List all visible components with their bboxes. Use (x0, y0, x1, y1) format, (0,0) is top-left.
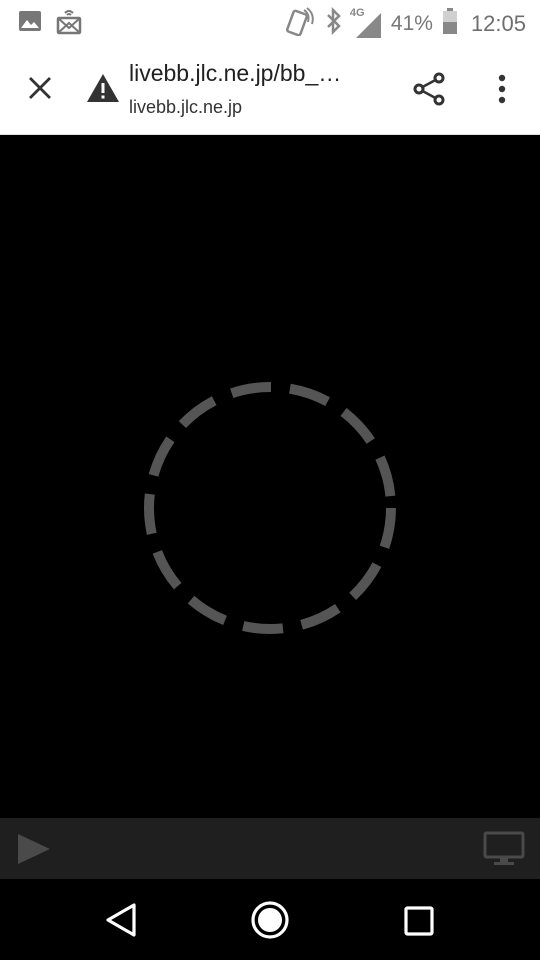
status-bar: 4G 41% 12:05 (0, 0, 540, 42)
back-icon (106, 903, 136, 937)
recents-icon (404, 906, 434, 936)
status-right-area: 4G 41% 12:05 (285, 6, 526, 41)
url-domain: livebb.jlc.ne.jp (129, 97, 243, 117)
nfc-icon (285, 6, 316, 41)
more-vert-icon (498, 74, 506, 104)
browser-toolbar: livebb.jlc.ne.jp/bb_… livebb.jlc.ne.jp (0, 42, 540, 135)
warning-icon[interactable] (86, 72, 120, 104)
close-icon (29, 77, 51, 99)
player-control-bar (0, 818, 540, 879)
system-nav-bar (0, 879, 540, 960)
battery-icon (442, 7, 458, 40)
share-icon (413, 72, 445, 106)
battery-percent: 41% (390, 11, 433, 35)
bluetooth-icon (325, 6, 343, 40)
status-left-icons (18, 9, 82, 40)
home-button[interactable] (248, 898, 292, 942)
video-player[interactable] (0, 135, 540, 818)
monitor-icon (483, 831, 525, 865)
image-icon (18, 9, 42, 40)
screen-mode-button[interactable] (482, 830, 526, 868)
back-button[interactable] (100, 899, 142, 941)
url-title[interactable]: livebb.jlc.ne.jp/bb_… (129, 60, 379, 87)
recents-button[interactable] (398, 900, 440, 942)
cast-icon (56, 9, 82, 40)
clock: 12:05 (470, 10, 526, 36)
signal-4g-icon: 4G (349, 6, 382, 39)
close-button[interactable] (20, 68, 60, 108)
share-button[interactable] (408, 68, 450, 110)
play-icon (18, 834, 50, 864)
dashed-loading-spinner-icon (144, 382, 396, 634)
home-icon (251, 901, 289, 939)
play-button[interactable] (12, 830, 56, 868)
more-menu-button[interactable] (482, 68, 522, 110)
network-type-label: 4G (349, 6, 365, 19)
